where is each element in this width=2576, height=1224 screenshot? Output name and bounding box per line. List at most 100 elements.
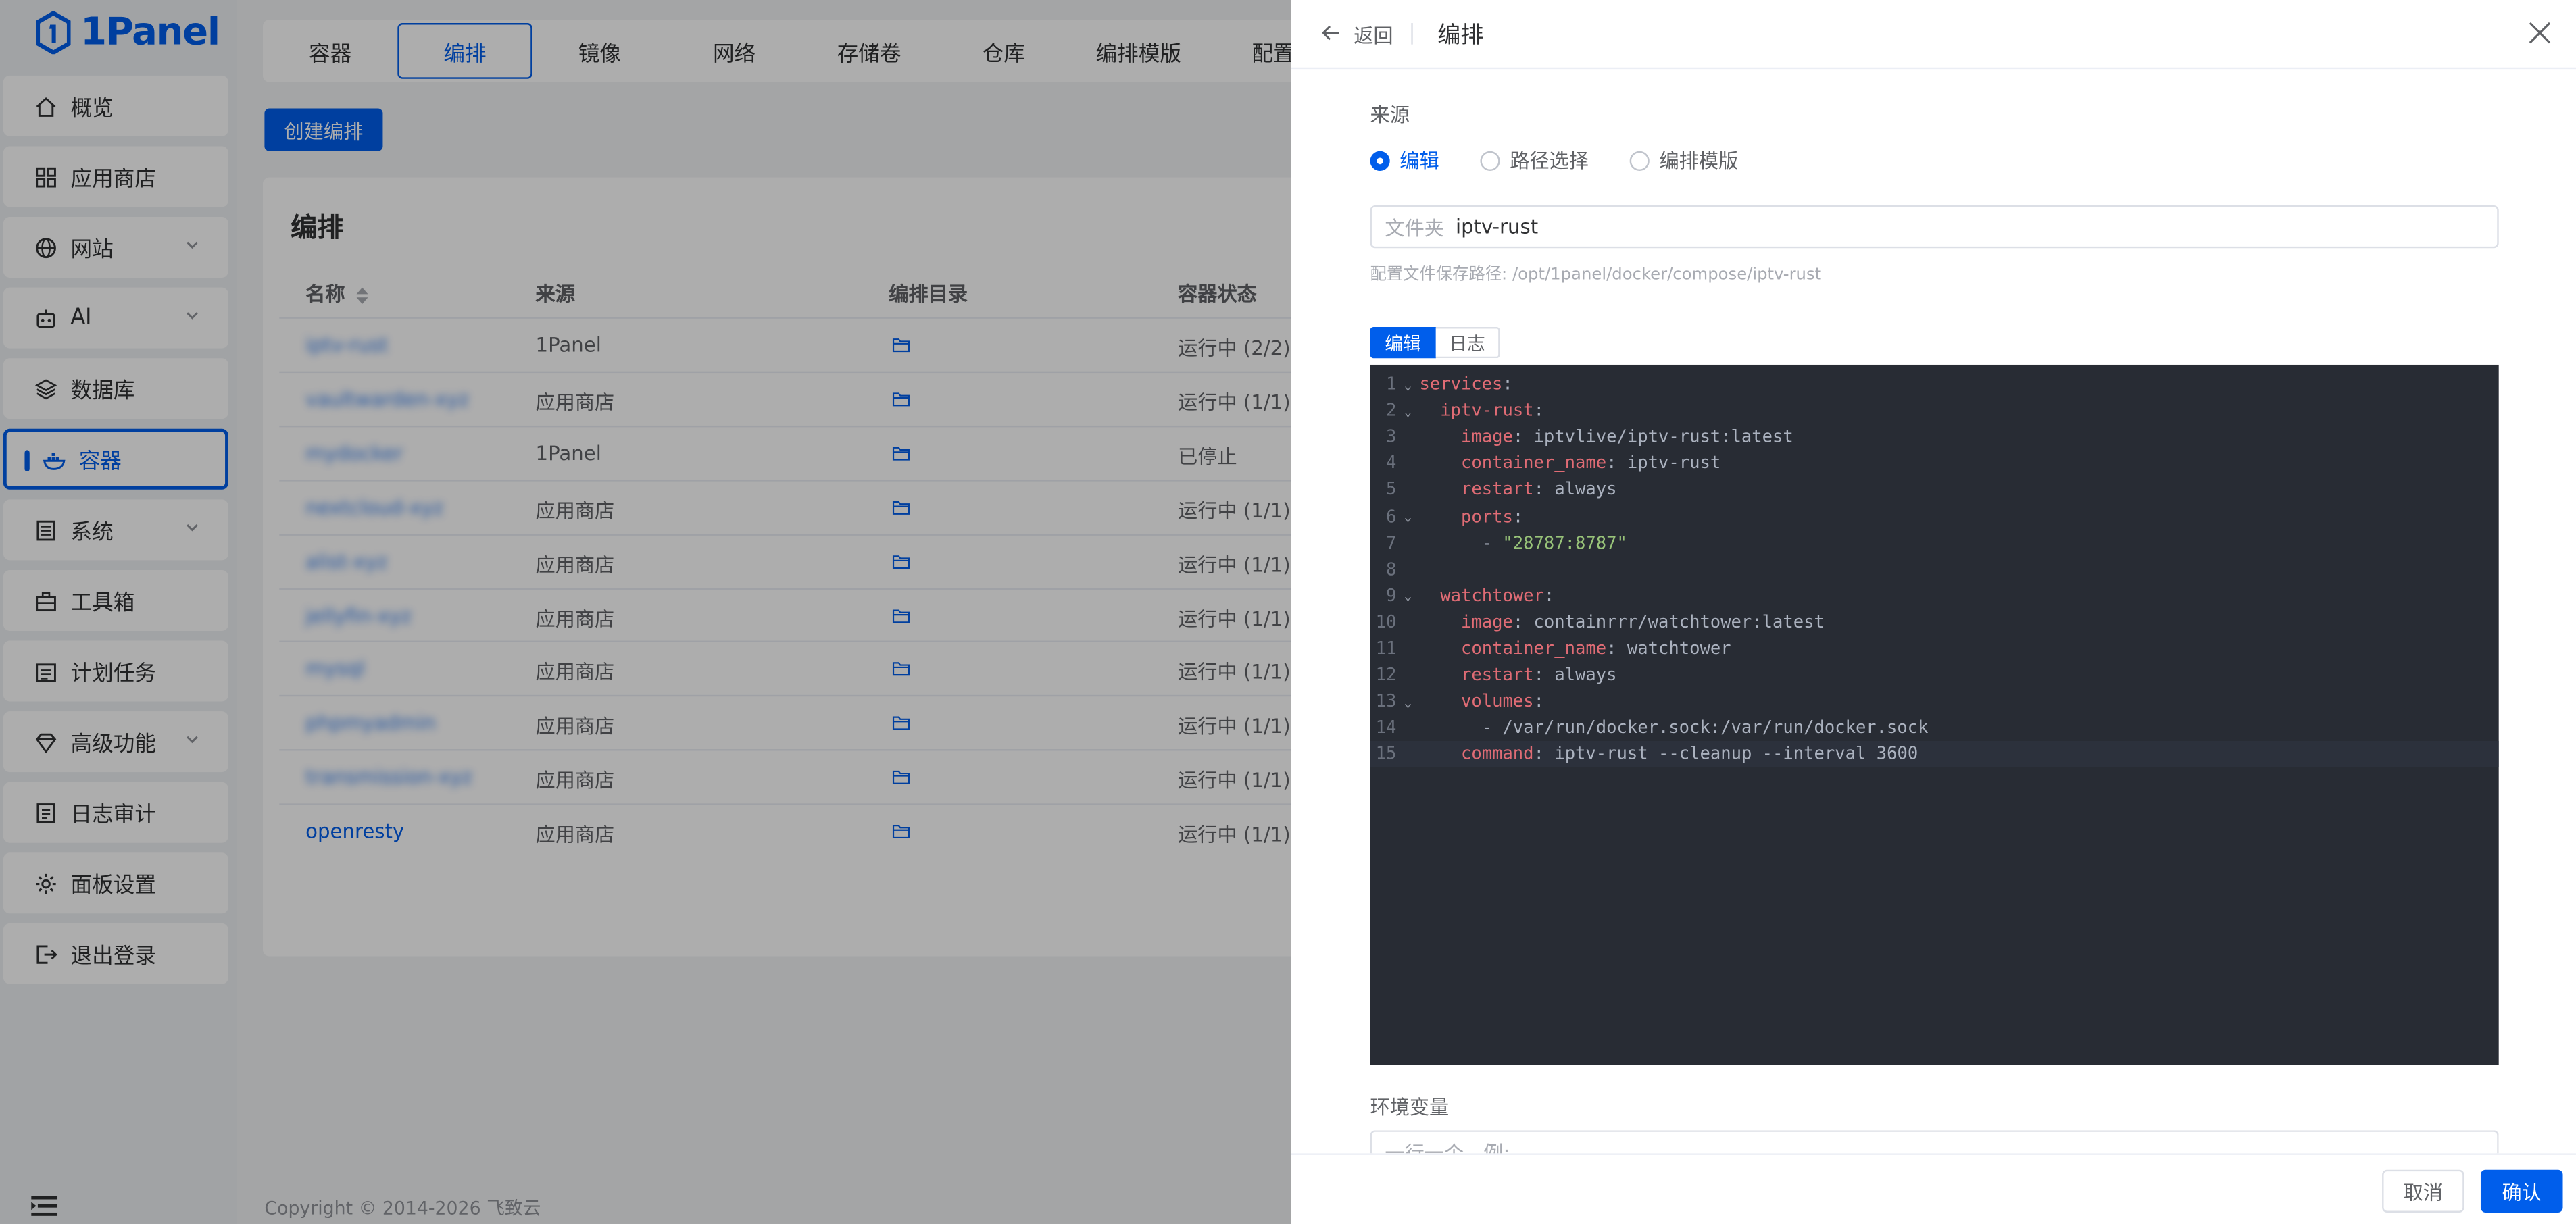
code-text: - /var/run/docker.sock:/var/run/docker.s… [1419,718,1929,738]
code-token: ports [1460,507,1513,527]
radio-option-1[interactable]: 路径选择 [1480,146,1589,174]
code-token: container_name [1460,639,1607,659]
line-number: 15 [1375,744,1397,765]
env-textarea[interactable]: 一行一个，例: [1370,1130,2499,1154]
line-number: 10 [1375,612,1397,633]
code-text: ports: [1419,507,1523,526]
close-icon[interactable] [2528,22,2551,45]
compose-code-editor[interactable]: 1 ⌄ services: 2 ⌄ iptv-rust: 3 image: iptvliv… [1370,364,2499,1065]
code-text: iptv-rust: [1419,401,1544,421]
code-token: : [1512,507,1524,527]
code-token: restart [1460,480,1534,501]
fold-chevron-icon[interactable]: ⌄ [1396,694,1419,709]
radio-label: 编辑 [1400,149,1439,173]
back-arrow-icon[interactable] [1321,23,1341,43]
fold-chevron-icon[interactable]: ⌄ [1396,403,1419,418]
code-line: 4 container_name: iptv-rust [1370,451,2499,477]
code-line: 15 command: iptv-rust --cleanup --interv… [1370,741,2499,768]
radio-circle[interactable] [1480,150,1500,170]
source-radio-group: 编辑 路径选择 编排模版 [1370,146,1779,174]
code-text: restart: always [1419,480,1617,501]
code-line: 11 container_name: watchtower [1370,636,2499,662]
line-number: 8 [1386,559,1397,580]
cancel-button[interactable]: 取消 [2382,1169,2464,1213]
back-button[interactable]: 返回 [1354,22,1393,49]
fold-chevron-icon[interactable]: ⌄ [1396,509,1419,524]
code-line: 5 restart: always [1370,477,2499,503]
code-line: 1 ⌄ services: [1370,372,2499,398]
code-token: - /var/run/docker.sock:/var/run/docker.s… [1419,718,1929,738]
folder-input[interactable]: 文件夹 iptv-rust [1370,205,2499,249]
confirm-button[interactable]: 确认 [2480,1169,2563,1213]
radio-label: 路径选择 [1510,149,1589,173]
header-divider [1411,23,1413,45]
line-number: 7 [1386,533,1397,553]
code-token: services [1419,374,1503,394]
line-number: 4 [1386,454,1397,474]
code-token: : always [1533,665,1617,686]
line-number: 9 [1386,586,1397,606]
line-number: 3 [1386,427,1397,448]
line-number: 12 [1375,665,1397,686]
code-token: : [1533,401,1544,421]
code-token: : [1533,692,1544,712]
compose-edit-drawer: 返回 编排 来源 编辑 路径选择 编排模版 文件夹 iptv-rust 配置文件保存… [1291,0,2576,1224]
code-line: 9 ⌄ watchtower: [1370,583,2499,609]
code-text: image: iptvlive/iptv-rust:latest [1419,428,1793,447]
code-token: - [1419,533,1503,553]
drawer-title: 编排 [1437,23,1484,49]
drawer-header: 返回 编排 [1291,0,2576,70]
code-token: : iptv-rust [1606,454,1721,474]
source-label: 来源 [1370,103,1410,127]
code-token: : [1502,374,1513,394]
editor-tabs: 编辑 日志 [1370,327,1500,359]
code-token: volumes [1460,692,1534,712]
code-token: watchtower [1440,586,1544,606]
code-line: 14 - /var/run/docker.sock:/var/run/docke… [1370,715,2499,742]
folder-prefix: 文件夹 [1385,215,1444,239]
code-token: image [1460,612,1513,633]
code-token: : iptvlive/iptv-rust:latest [1512,427,1793,448]
code-text: command: iptv-rust --cleanup --interval … [1419,745,1918,765]
code-token: : always [1533,480,1617,501]
line-number: 5 [1386,480,1397,501]
line-number: 1 [1386,374,1397,394]
radio-option-0[interactable]: 编辑 [1370,146,1439,174]
code-text: restart: always [1419,665,1617,686]
modal-overlay[interactable] [0,0,1291,1224]
code-token: : watchtower [1606,639,1731,659]
radio-circle[interactable] [1629,150,1650,170]
tab-log[interactable]: 日志 [1435,327,1500,359]
drawer-footer: 取消 确认 [1291,1153,2576,1224]
line-number: 14 [1375,718,1397,738]
radio-option-2[interactable]: 编排模版 [1629,146,1739,174]
code-line: 3 image: iptvlive/iptv-rust:latest [1370,424,2499,451]
code-text: watchtower: [1419,586,1554,606]
code-line: 12 restart: always [1370,662,2499,688]
code-line: 2 ⌄ iptv-rust: [1370,398,2499,424]
code-line: 10 image: containrrr/watchtower:latest [1370,609,2499,636]
line-number: 6 [1386,507,1397,527]
code-token: image [1460,427,1513,448]
code-token: : [1543,586,1555,606]
env-label: 环境变量 [1370,1096,1450,1119]
radio-label: 编排模版 [1659,149,1739,173]
tab-edit[interactable]: 编辑 [1370,327,1436,359]
code-text: - "28787:8787" [1419,533,1627,553]
line-number: 2 [1386,401,1397,421]
code-token: : containrrr/watchtower:latest [1512,612,1825,633]
fold-chevron-icon[interactable]: ⌄ [1396,377,1419,392]
code-text: services: [1419,375,1512,394]
code-line: 6 ⌄ ports: [1370,503,2499,530]
code-token: iptv-rust [1440,401,1534,421]
radio-circle[interactable] [1370,150,1390,170]
code-token: command [1460,744,1534,765]
fold-chevron-icon[interactable]: ⌄ [1396,588,1419,603]
